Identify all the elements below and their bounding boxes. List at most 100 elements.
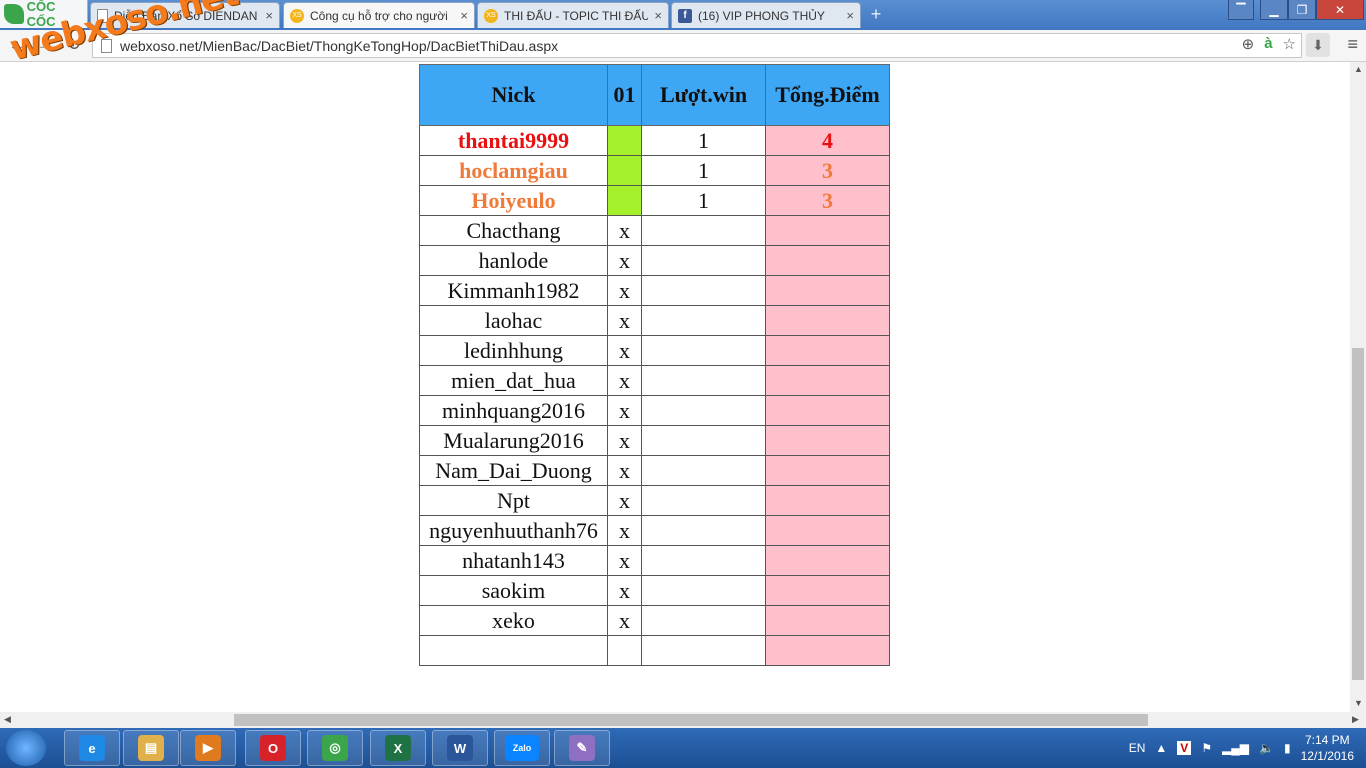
cell-wins (641, 305, 766, 336)
cell-01: x (607, 395, 642, 426)
cell-points (765, 395, 890, 426)
cell-nick: minhquang2016 (419, 395, 608, 426)
scrollbar-thumb[interactable] (1352, 348, 1364, 680)
address-bar-actions: ⊕ à ☆ (1242, 35, 1296, 53)
tab-facebook[interactable]: f (16) VIP PHONG THỦY × (671, 2, 861, 28)
battery-icon[interactable]: ▮ (1284, 741, 1291, 755)
cell-01 (607, 185, 642, 216)
cell-points (765, 545, 890, 576)
taskbar-excel-button[interactable]: X (370, 730, 426, 766)
cell-nick: Kimmanh1982 (419, 275, 608, 306)
cell-wins (641, 605, 766, 636)
window-menu-button[interactable]: ▔ (1228, 0, 1254, 20)
cell-wins: 1 (641, 185, 766, 216)
cell-points (765, 425, 890, 456)
cell-nick (419, 635, 608, 666)
cell-01: x (607, 245, 642, 276)
show-hidden-icons-icon[interactable]: ▲ (1155, 741, 1167, 755)
cell-points: 4 (765, 125, 890, 156)
close-tab-icon[interactable]: × (654, 8, 662, 23)
clock-time: 7:14 PM (1304, 733, 1350, 747)
header-wins: Lượt.win (641, 64, 766, 126)
cell-wins (641, 395, 766, 426)
cell-points (765, 485, 890, 516)
media-player-icon: ▶ (195, 735, 221, 761)
restore-button[interactable]: ❐ (1288, 0, 1316, 20)
cell-nick: Mualarung2016 (419, 425, 608, 456)
cell-points (765, 215, 890, 246)
paint-icon: ✎ (569, 735, 595, 761)
scroll-down-icon[interactable]: ▼ (1354, 698, 1363, 708)
cell-wins (641, 425, 766, 456)
cell-wins (641, 485, 766, 516)
antivirus-icon[interactable]: V (1177, 741, 1192, 755)
taskbar-file-explorer-button[interactable]: ▤ (123, 730, 179, 766)
minimize-button[interactable]: ▁ (1260, 0, 1288, 20)
clock[interactable]: 7:14 PM 12/1/2016 (1301, 732, 1354, 764)
cell-points (765, 275, 890, 306)
tab-cong-cu[interactable]: XS Công cụ hỗ trợ cho người × (283, 2, 475, 28)
tab-title: THI ĐẤU - TOPIC THI ĐẤU (504, 8, 649, 23)
table-header-row: Nick 01 Lượt.win Tổng.Điểm (419, 64, 890, 126)
cell-nick: Npt (419, 485, 608, 516)
tab-thi-dau[interactable]: XS THI ĐẤU - TOPIC THI ĐẤU × (477, 2, 669, 28)
new-tab-button[interactable]: + (864, 4, 888, 24)
cell-points: 3 (765, 155, 890, 186)
cell-points (765, 335, 890, 366)
close-tab-icon[interactable]: × (265, 8, 273, 23)
taskbar-zalo-button[interactable]: Zalo (494, 730, 550, 766)
table-row: nguyenhuuthanh76 x (419, 515, 890, 546)
cell-wins (641, 455, 766, 486)
table-row: ledinhhung x (419, 335, 890, 366)
zalo-icon: Zalo (505, 735, 539, 761)
cell-01: x (607, 305, 642, 336)
vertical-scrollbar[interactable]: ▲ ▼ (1350, 62, 1366, 712)
scroll-right-icon[interactable]: ▶ (1352, 714, 1359, 725)
cell-01: x (607, 425, 642, 456)
table-row: Mualarung2016 x (419, 425, 890, 456)
menu-icon[interactable]: ≡ (1347, 34, 1358, 55)
zoom-icon[interactable]: ⊕ (1242, 35, 1255, 53)
table-row: hoclamgiau 1 3 (419, 155, 890, 186)
table-row: thantai9999 1 4 (419, 125, 890, 156)
header-points: Tổng.Điểm (765, 64, 890, 126)
cell-nick: hoclamgiau (419, 155, 608, 186)
address-bar[interactable]: webxoso.net/MienBac/DacBiet/ThongKeTongH… (92, 33, 1302, 58)
cell-nick: xeko (419, 605, 608, 636)
taskbar-coc-coc-button[interactable]: ◎ (307, 730, 363, 766)
cell-wins (641, 365, 766, 396)
url-text: webxoso.net/MienBac/DacBiet/ThongKeTongH… (120, 37, 559, 54)
download-icon[interactable]: ⬇ (1306, 33, 1330, 57)
taskbar-internet-explorer-button[interactable]: e (64, 730, 120, 766)
table-row: Npt x (419, 485, 890, 516)
language-indicator[interactable]: EN (1129, 741, 1146, 755)
cell-points (765, 305, 890, 336)
network-signal-icon[interactable]: ▂▄▆ (1222, 741, 1249, 755)
close-tab-icon[interactable]: × (460, 8, 468, 23)
bookmark-star-icon[interactable]: ☆ (1283, 35, 1296, 53)
cell-wins (641, 635, 766, 666)
cell-points (765, 515, 890, 546)
scroll-left-icon[interactable]: ◀ (4, 714, 11, 725)
close-window-button[interactable]: ✕ (1316, 0, 1364, 20)
scrollbar-thumb[interactable] (234, 714, 1148, 726)
scroll-up-icon[interactable]: ▲ (1354, 64, 1363, 74)
taskbar-media-player-button[interactable]: ▶ (180, 730, 236, 766)
flag-icon[interactable]: ⚑ (1201, 741, 1212, 755)
table-row: Chacthang x (419, 215, 890, 246)
header-01: 01 (607, 64, 642, 126)
cell-01 (607, 635, 642, 666)
close-tab-icon[interactable]: × (846, 8, 854, 23)
translate-icon[interactable]: à (1264, 35, 1272, 53)
windows-start-button[interactable] (6, 730, 46, 766)
horizontal-scrollbar[interactable]: ◀ ▶ (0, 712, 1366, 728)
taskbar-paint-button[interactable]: ✎ (554, 730, 610, 766)
table-row: xeko x (419, 605, 890, 636)
cell-nick: hanlode (419, 245, 608, 276)
cell-points (765, 635, 890, 666)
volume-icon[interactable]: 🔈 (1259, 741, 1274, 755)
taskbar-opera-button[interactable]: O (245, 730, 301, 766)
taskbar-word-button[interactable]: W (432, 730, 488, 766)
cell-points (765, 605, 890, 636)
internet-explorer-icon: e (79, 735, 105, 761)
